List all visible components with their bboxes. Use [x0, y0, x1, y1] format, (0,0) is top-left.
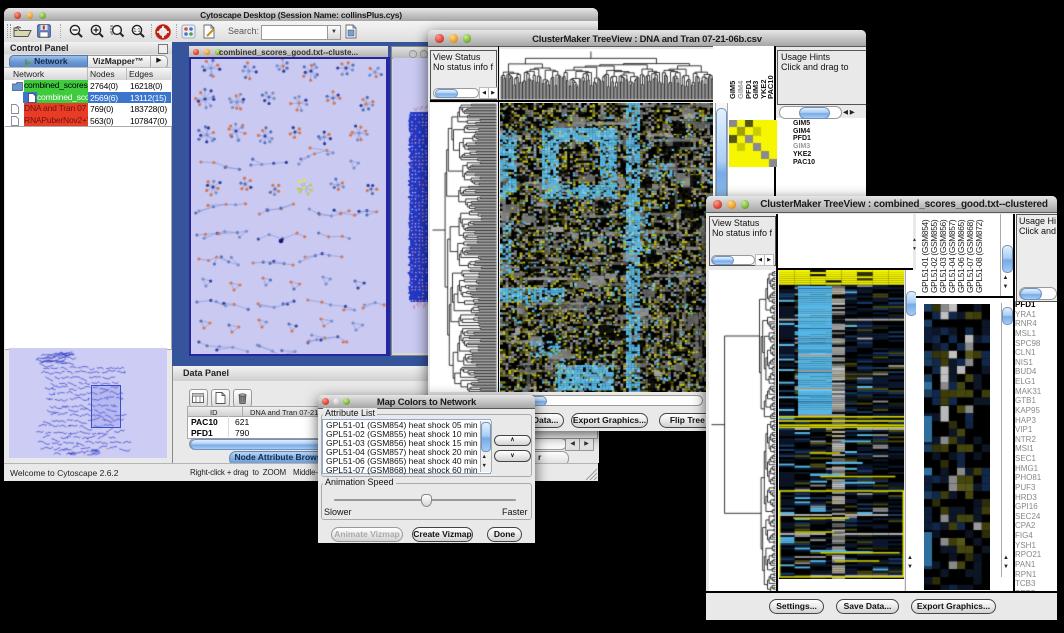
- svg-text:1:1: 1:1: [134, 28, 141, 34]
